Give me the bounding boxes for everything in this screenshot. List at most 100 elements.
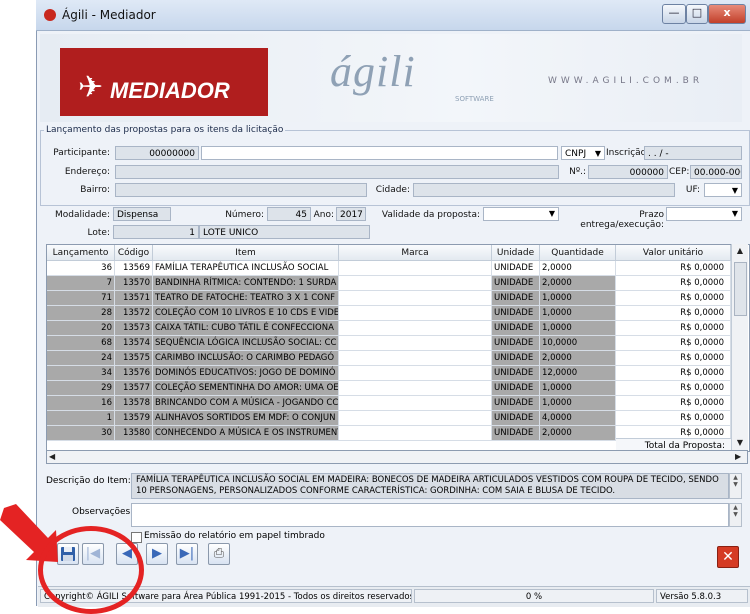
col-header-unidade[interactable]: Unidade xyxy=(492,245,540,261)
table-row[interactable]: 68 13574 SEQUÊNCIA LÓGICA INCLUSÃO SOCIAL:… xyxy=(47,336,731,351)
cell-unidade: UNIDADE xyxy=(492,396,540,411)
cell-valor: R$ 0,0000 xyxy=(616,381,731,396)
validade-select[interactable]: ▼ xyxy=(483,207,559,221)
cell-lancamento: 71 xyxy=(47,291,115,306)
col-header-marca[interactable]: Marca xyxy=(339,245,492,261)
cell-lancamento: 36 xyxy=(47,261,115,276)
scroll-thumb[interactable] xyxy=(734,262,747,316)
cell-valor: R$ 0,0000 xyxy=(616,291,731,306)
cell-quantidade: 2,0000 xyxy=(540,276,616,291)
grid-vertical-scrollbar[interactable]: ▲ ▼ xyxy=(731,244,748,450)
inscricao-field[interactable]: . . / - xyxy=(644,146,742,160)
observacoes-scrollbar[interactable]: ▲ ▼ xyxy=(729,503,742,527)
cell-marca[interactable] xyxy=(339,291,492,306)
grid-horizontal-scrollbar[interactable]: ◀ ▶ xyxy=(46,450,748,464)
cell-marca[interactable] xyxy=(339,396,492,411)
table-row[interactable]: 20 13573 CAIXA TÁTIL: CUBO TÁTIL É CONFECC… xyxy=(47,321,731,336)
cell-item: COLEÇÃO COM 10 LIVROS E 10 CDS E VIDE xyxy=(153,306,339,321)
cell-item: SEQUÊNCIA LÓGICA INCLUSÃO SOCIAL: CC xyxy=(153,336,339,351)
table-row[interactable]: 71 13571 TEATRO DE FATOCHE: TEATRO 3 X 1 C… xyxy=(47,291,731,306)
cell-marca[interactable] xyxy=(339,321,492,336)
table-row[interactable]: 1 13579 ALINHAVOS SORTIDOS EM MDF: O CONJU… xyxy=(47,411,731,426)
cell-marca[interactable] xyxy=(339,276,492,291)
prazo-label: Prazo entrega/execução: xyxy=(580,210,664,230)
modalidade-label: Modalidade: xyxy=(54,210,110,220)
col-header-item[interactable]: Item xyxy=(153,245,339,261)
table-row[interactable]: 16 13578 BRINCANDO COM A MÚSICA - JOGANDO … xyxy=(47,396,731,411)
cell-quantidade: 12,0000 xyxy=(540,366,616,381)
cell-item: BRINCANDO COM A MÚSICA - JOGANDO CC xyxy=(153,396,339,411)
cidade-field[interactable] xyxy=(413,183,675,197)
lote-name-field[interactable]: LOTE UNICO xyxy=(199,225,370,239)
uf-select[interactable]: ▼ xyxy=(704,183,742,197)
cell-marca[interactable] xyxy=(339,306,492,321)
participante-name-field[interactable] xyxy=(201,146,558,160)
col-header-quantidade[interactable]: Quantidade xyxy=(540,245,616,261)
cell-valor: R$ 0,0000 xyxy=(616,351,731,366)
descricao-label: Descrição do Item: xyxy=(46,476,131,486)
app-icon xyxy=(44,9,56,21)
cell-item: COLEÇÃO SEMENTINHA DO AMOR: UMA OE xyxy=(153,381,339,396)
cell-marca[interactable] xyxy=(339,336,492,351)
table-row[interactable]: 28 13572 COLEÇÃO COM 10 LIVROS E 10 CDS E … xyxy=(47,306,731,321)
participante-code-field[interactable]: 00000000 xyxy=(115,146,199,160)
table-row[interactable]: 36 13569 FAMÍLIA TERAPÊUTICA INCLUSÃO SOCI… xyxy=(47,261,731,276)
items-grid[interactable]: Lançamento Código Item Marca Unidade Qua… xyxy=(46,244,750,452)
table-row[interactable]: 34 13576 DOMINÓS EDUCATIVOS: JOGO DE DOMIN… xyxy=(47,366,731,381)
cell-quantidade: 1,0000 xyxy=(540,306,616,321)
scroll-right-icon[interactable]: ▶ xyxy=(735,452,741,461)
lote-num-field[interactable]: 1 xyxy=(113,225,199,239)
cell-marca[interactable] xyxy=(339,261,492,276)
window-title: Ágili - Mediador xyxy=(62,8,156,22)
col-header-codigo[interactable]: Código xyxy=(115,245,153,261)
cell-codigo: 13580 xyxy=(115,426,153,441)
close-form-button[interactable]: ✕ xyxy=(717,546,739,568)
cell-unidade: UNIDADE xyxy=(492,276,540,291)
table-row[interactable]: 7 13570 BANDINHA RÍTMICA: CONTENDO: 1 SURD… xyxy=(47,276,731,291)
last-record-button[interactable]: ▶| xyxy=(176,543,198,565)
brand-subtitle: SOFTWARE xyxy=(455,95,494,103)
cnpj-select[interactable]: CNPJ ▼ xyxy=(561,146,605,160)
timbrado-checkbox-label: Emissão do relatório em papel timbrado xyxy=(144,531,325,541)
cell-unidade: UNIDADE xyxy=(492,291,540,306)
print-button[interactable]: ⎙ xyxy=(208,543,230,565)
cell-item: CAIXA TÁTIL: CUBO TÁTIL É CONFECCIONA xyxy=(153,321,339,336)
table-row[interactable]: 29 13577 COLEÇÃO SEMENTINHA DO AMOR: UMA O… xyxy=(47,381,731,396)
cell-codigo: 13573 xyxy=(115,321,153,336)
table-row[interactable]: 24 13575 CARIMBO INCLUSÃO: O CARIMBO PEDAG… xyxy=(47,351,731,366)
cell-marca[interactable] xyxy=(339,366,492,381)
descricao-field[interactable]: FAMÍLIA TERAPÊUTICA INCLUSÃO SOCIAL EM M… xyxy=(131,473,729,499)
status-version: Versão 5.8.0.3 xyxy=(656,589,748,603)
maximize-button[interactable]: □ xyxy=(686,4,708,24)
scroll-left-icon[interactable]: ◀ xyxy=(49,452,55,461)
cell-quantidade: 2,0000 xyxy=(540,261,616,276)
cell-codigo: 13570 xyxy=(115,276,153,291)
cell-marca[interactable] xyxy=(339,381,492,396)
next-record-button[interactable]: ▶ xyxy=(146,543,168,565)
numero-field[interactable]: 000000 xyxy=(588,165,668,179)
window-close-button[interactable]: x xyxy=(708,4,746,24)
cell-marca[interactable] xyxy=(339,426,492,441)
observacoes-field[interactable] xyxy=(131,503,729,527)
participante-label: Participante: xyxy=(53,148,110,158)
cell-valor: R$ 0,0000 xyxy=(616,306,731,321)
cell-marca[interactable] xyxy=(339,351,492,366)
bairro-field[interactable] xyxy=(115,183,367,197)
group-title: Lançamento das propostas para os itens d… xyxy=(44,125,286,135)
modalidade-field[interactable]: Dispensa xyxy=(113,207,171,221)
cep-field[interactable]: 00.000-000 xyxy=(690,165,742,179)
col-header-lancamento[interactable]: Lançamento xyxy=(47,245,115,261)
col-header-valor[interactable]: Valor unitário xyxy=(616,245,731,261)
endereco-field[interactable] xyxy=(115,165,559,179)
ano-field[interactable]: 2017 xyxy=(336,207,366,221)
numero-licitacao-field[interactable]: 45 xyxy=(267,207,311,221)
cell-marca[interactable] xyxy=(339,411,492,426)
minimize-button[interactable]: — xyxy=(662,4,686,24)
descricao-scrollbar[interactable]: ▲ ▼ xyxy=(729,473,742,499)
cell-lancamento: 30 xyxy=(47,426,115,441)
scroll-up-icon[interactable]: ▲ xyxy=(732,246,748,255)
timbrado-checkbox[interactable] xyxy=(131,532,142,543)
scroll-down-icon[interactable]: ▼ xyxy=(732,438,748,447)
cell-lancamento: 16 xyxy=(47,396,115,411)
prazo-select[interactable]: ▼ xyxy=(666,207,742,221)
